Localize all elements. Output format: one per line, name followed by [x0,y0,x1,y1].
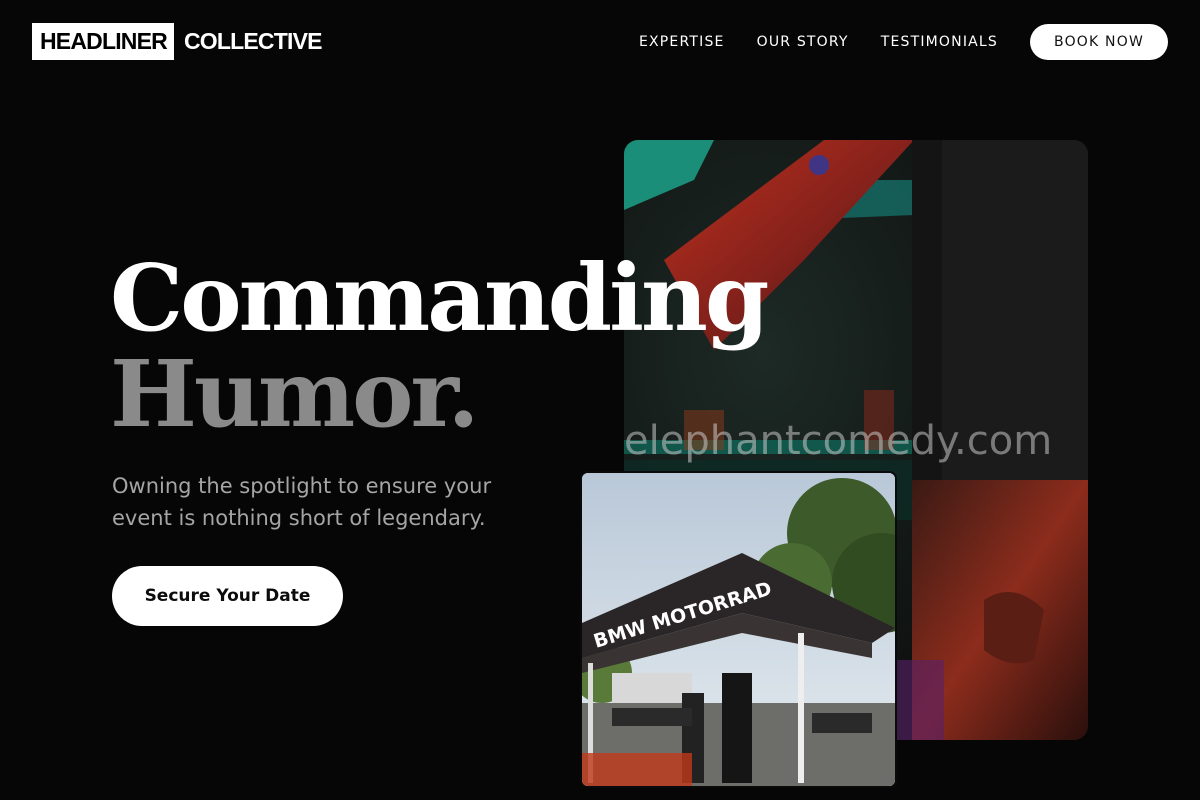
headline-line-1: Commanding [110,244,769,352]
logo[interactable]: HEADLINER COLLECTIVE [32,23,322,60]
logo-text: COLLECTIVE [183,28,322,54]
hero-subtext: Owning the spotlight to ensure your even… [112,474,492,530]
nav-link-expertise[interactable]: EXPERTISE [639,34,725,50]
book-now-button[interactable]: BOOK NOW [1030,24,1168,60]
logo-boxed-text: HEADLINER [32,23,174,60]
secure-your-date-button[interactable]: Secure Your Date [112,566,343,626]
event-tent-illustration: BMW MOTORRAD [582,473,895,786]
headline-line-2: Humor. [110,340,480,448]
hero-headline: Commanding Humor. [110,244,769,448]
event-tent-photo: BMW MOTORRAD [580,471,897,788]
nav-link-our-story[interactable]: OUR STORY [757,34,849,50]
main-nav: EXPERTISE OUR STORY TESTIMONIALS BOOK NO… [639,24,1168,60]
page: HEADLINER COLLECTIVE EXPERTISE OUR STORY… [0,0,1200,800]
nav-link-testimonials[interactable]: TESTIMONIALS [881,34,998,50]
